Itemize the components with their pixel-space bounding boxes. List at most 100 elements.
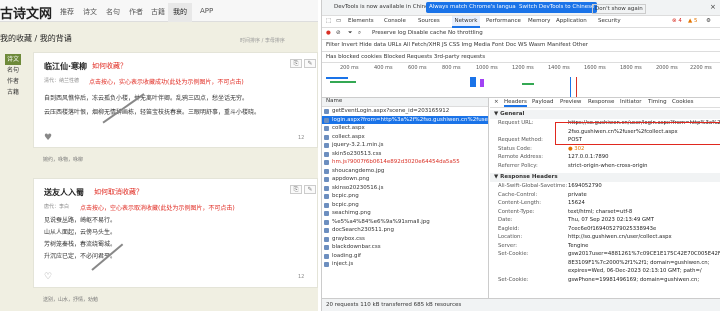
nav-quotes[interactable]: 名句 xyxy=(106,7,120,17)
file-icon xyxy=(324,211,329,216)
header-value[interactable]: strict-origin-when-cross-origin xyxy=(568,163,648,169)
request-row[interactable]: bcpic.png xyxy=(322,192,488,201)
device-icon[interactable]: ▭ xyxy=(336,18,341,24)
tab-sources[interactable]: Sources xyxy=(418,18,440,24)
header-value[interactable]: gswPhone=19981496169; domain=gushiwen.cn… xyxy=(568,277,699,283)
nav-recommend[interactable]: 推荐 xyxy=(60,7,74,17)
sort-links[interactable]: 时间排序 / 李母排序 xyxy=(240,37,285,44)
request-row[interactable]: appdown.png xyxy=(322,175,488,184)
tab-network[interactable]: Network xyxy=(452,16,480,28)
request-row[interactable]: inject.js xyxy=(322,260,488,269)
tab-initiator[interactable]: Initiator xyxy=(620,99,641,105)
inspect-icon[interactable]: ⬚ xyxy=(326,18,331,24)
header-value[interactable]: ● 302 xyxy=(568,146,584,152)
tab-security[interactable]: Security xyxy=(598,18,621,24)
heart-outline-icon[interactable]: ♡ xyxy=(44,272,52,282)
general-section-title[interactable]: ▼ General xyxy=(490,110,720,119)
nav-classics[interactable]: 古籍 xyxy=(151,7,165,17)
domcontentloaded-line xyxy=(570,77,571,97)
copy-icon[interactable]: ⎘ xyxy=(290,185,302,194)
header-value[interactable]: text/html; charset=utf-8 xyxy=(568,209,632,215)
name-column-header[interactable]: Name xyxy=(322,98,488,107)
filter-icon[interactable]: ⏷ xyxy=(348,30,352,37)
header-value[interactable]: gsw2017user=4881261%7c09CE1E175C42E70C00… xyxy=(568,251,720,257)
request-row[interactable]: seachimg.png xyxy=(322,209,488,218)
header-value[interactable]: 127.0.0.1:7890 xyxy=(568,154,609,160)
header-value[interactable]: Thu, 07 Sep 2023 02:13:49 GMT xyxy=(568,217,654,223)
request-row[interactable]: graybox.css xyxy=(322,235,488,244)
error-count-icon[interactable]: ⊗ 4 xyxy=(672,18,682,24)
close-detail-icon[interactable]: × xyxy=(494,99,499,105)
tab-payload[interactable]: Payload xyxy=(532,99,553,105)
search-icon[interactable]: ⌕ xyxy=(358,30,361,37)
warning-count-icon[interactable]: ▲ 5 xyxy=(688,18,697,24)
poem-author[interactable]: 唐代：李白 xyxy=(44,203,69,210)
share-icon[interactable]: ✎ xyxy=(304,59,316,68)
request-row[interactable]: collect.aspx xyxy=(322,124,488,133)
header-value[interactable]: http://so.gushiwen.cn/user/collect.aspx xyxy=(568,234,672,240)
site-logo[interactable]: 古诗文网 xyxy=(0,3,52,22)
tab-headers[interactable]: Headers xyxy=(504,99,527,107)
request-row[interactable]: hm.js?9007f6b0614e892d3020e64454da5a55 xyxy=(322,158,488,167)
request-row[interactable]: loading.gif xyxy=(322,252,488,261)
poem-title[interactable]: 送友人入蜀 xyxy=(44,187,84,198)
breadcrumb-current[interactable]: 我的背诵 xyxy=(40,34,72,43)
close-icon[interactable]: × xyxy=(710,3,716,11)
header-value[interactable]: Tengine xyxy=(568,243,588,249)
request-row[interactable]: %e5%a4%84%e6%9a%91small.jpg xyxy=(322,218,488,227)
nav-mine[interactable]: 我的 xyxy=(168,3,192,22)
request-row[interactable]: jquery-3.2.1.min.js xyxy=(322,141,488,150)
response-headers-title[interactable]: ▼ Response Headers xyxy=(490,173,720,182)
breadcrumb-home[interactable]: 我的收藏 xyxy=(0,34,32,43)
sidebar-item-classics[interactable]: 古籍 xyxy=(5,87,21,98)
switch-chinese-button[interactable]: Switch DevTools to Chinese xyxy=(516,2,598,13)
settings-icon[interactable]: ⚙ xyxy=(706,18,711,24)
tab-performance[interactable]: Performance xyxy=(486,18,521,24)
poem-line: 云压西楼落叶恨，烟柳无情辞画栋，轻笛宝枝抚春衰。三眼明舒事，重斗小楼晓。 xyxy=(44,109,261,116)
poem-tags[interactable]: 送别，山水，抒情，劝勉 xyxy=(43,296,98,303)
request-row[interactable]: skin5o230513.css xyxy=(322,150,488,159)
poem-title[interactable]: 临江仙·寒柳 xyxy=(44,61,87,72)
record-icon[interactable]: ● xyxy=(326,30,331,36)
request-row[interactable]: collect.aspx xyxy=(322,133,488,142)
sidebar-item-poems[interactable]: 诗文 xyxy=(5,54,21,65)
sidebar-item-quotes[interactable]: 名句 xyxy=(5,65,21,76)
share-icon[interactable]: ✎ xyxy=(304,185,316,194)
header-value[interactable]: expires=Wed, 06-Dec-2023 02:13:10 GMT; p… xyxy=(568,268,702,274)
tab-preview[interactable]: Preview xyxy=(560,99,581,105)
header-value[interactable]: private xyxy=(568,192,587,198)
header-value[interactable]: 8E3109F1%7c2000%2f1%2f1; domain=gushiwen… xyxy=(568,260,709,266)
tab-cookies[interactable]: Cookies xyxy=(672,99,694,105)
tab-memory[interactable]: Memory xyxy=(528,18,550,24)
request-row[interactable]: shoucangdemo.jpg xyxy=(322,167,488,176)
copy-icon[interactable]: ⎘ xyxy=(290,59,302,68)
poem-tags[interactable]: 婉约，咏物，咏柳 xyxy=(43,156,83,163)
blocked-options[interactable]: Has blocked cookies Blocked Requests 3rd… xyxy=(326,54,485,60)
heart-icon[interactable]: ♥ xyxy=(44,133,52,143)
request-row[interactable]: docSearch230511.png xyxy=(322,226,488,235)
tab-elements[interactable]: Elements xyxy=(348,18,374,24)
request-row[interactable]: login.aspx?from=http%3a%2f%2fso.gushiwen… xyxy=(322,115,488,124)
sidebar-item-authors[interactable]: 作者 xyxy=(5,76,21,87)
toolbar-options[interactable]: Preserve log Disable cache No throttling xyxy=(372,30,483,36)
tab-timing[interactable]: Timing xyxy=(648,99,667,105)
header-value[interactable]: 1694052790 xyxy=(568,183,602,189)
timeline-overview[interactable]: 200 ms 400 ms 600 ms 800 ms 1000 ms 1200… xyxy=(322,63,720,98)
header-value[interactable]: 15624 xyxy=(568,200,585,206)
dont-show-button[interactable]: Don't show again xyxy=(592,4,646,14)
request-row[interactable]: getEventLogin.aspx?scene_id=203165912 xyxy=(322,107,488,116)
nav-poems[interactable]: 诗文 xyxy=(83,7,97,17)
filter-options[interactable]: Filter Invert Hide data URLs All Fetch/X… xyxy=(326,42,588,48)
tab-response[interactable]: Response xyxy=(588,99,614,105)
tab-application[interactable]: Application xyxy=(556,18,587,24)
tab-console[interactable]: Console xyxy=(384,18,406,24)
header-value[interactable]: 7cec6e0f169405279025338943e xyxy=(568,226,656,232)
nav-authors[interactable]: 作者 xyxy=(129,7,143,17)
request-row[interactable]: bcpic.png xyxy=(322,201,488,210)
match-language-button[interactable]: Always match Chrome's language xyxy=(426,2,526,13)
nav-app[interactable]: APP xyxy=(200,7,213,15)
clear-icon[interactable]: ⊘ xyxy=(336,30,341,36)
poem-author[interactable]: 清代：纳兰性德 xyxy=(44,77,79,84)
request-row[interactable]: blackdownbar.css xyxy=(322,243,488,252)
request-row[interactable]: skinso20230516.js xyxy=(322,184,488,193)
